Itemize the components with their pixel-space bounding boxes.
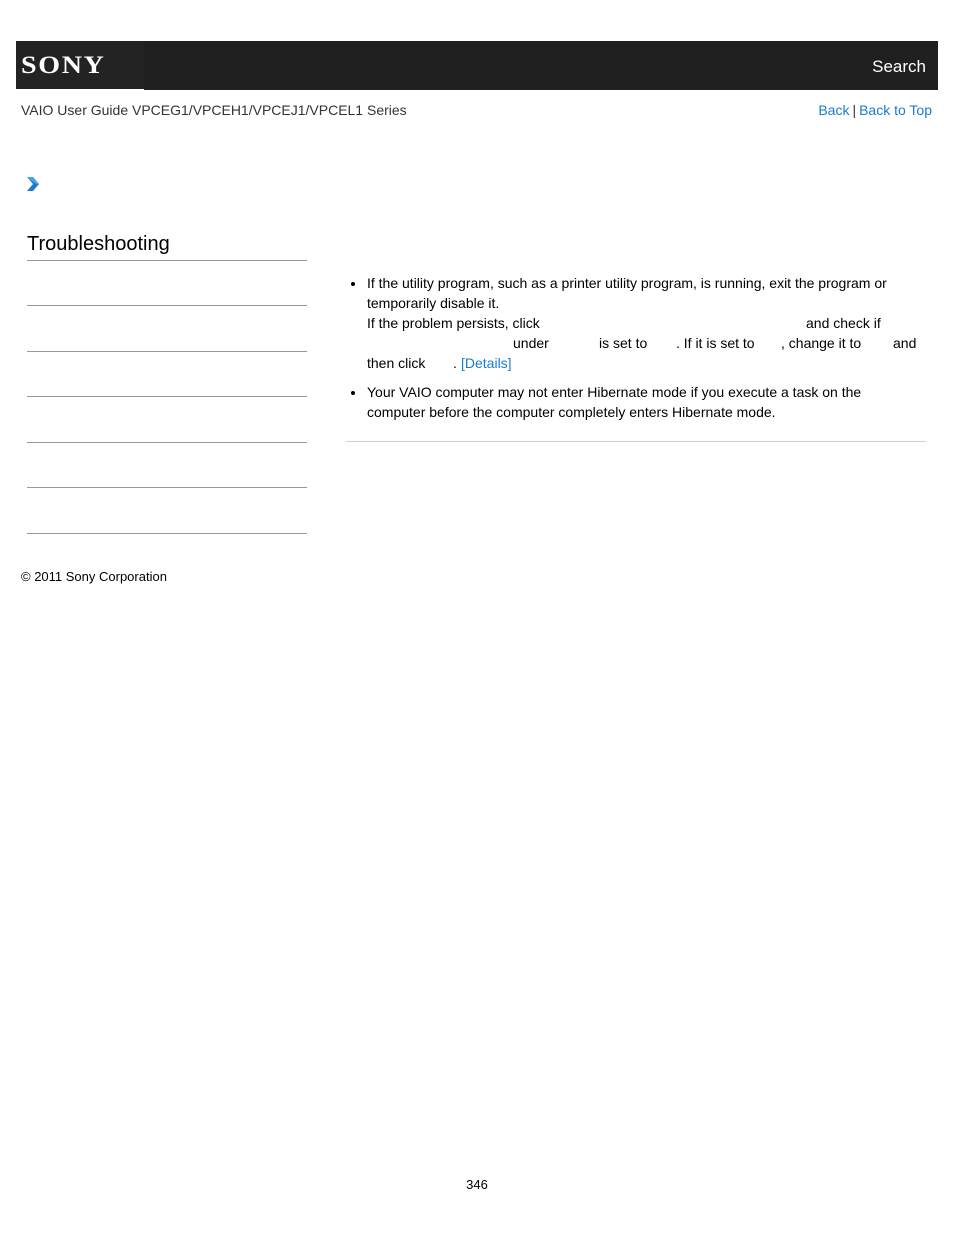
sidebar-item[interactable] xyxy=(27,442,307,443)
text-line: then click . [Details] xyxy=(367,353,922,373)
text-line: temporarily disable it. xyxy=(367,295,500,311)
top-header-bar: SONY Search xyxy=(16,41,938,90)
back-to-top-link[interactable]: Back to Top xyxy=(859,102,932,118)
text-fragment: . xyxy=(453,355,457,371)
details-link[interactable]: [Details] xyxy=(461,353,512,373)
text-fragment: . If it is set to xyxy=(676,335,755,351)
page-number: 346 xyxy=(466,1177,488,1192)
list-item: If the utility program, such as a printe… xyxy=(348,273,922,373)
text-fragment: under xyxy=(513,335,549,351)
sidebar-item[interactable] xyxy=(27,396,307,397)
list-item: Your VAIO computer may not enter Hiberna… xyxy=(348,382,922,422)
text-line: computer before the computer completely … xyxy=(367,404,776,420)
sony-logo-text: SONY xyxy=(21,52,106,79)
sidebar-item[interactable] xyxy=(27,487,307,488)
text-fragment: and check if xyxy=(806,315,881,331)
sidebar-title-rule xyxy=(27,260,307,261)
search-link[interactable]: Search xyxy=(872,57,926,77)
main-content: If the utility program, such as a printe… xyxy=(348,273,922,431)
troubleshooting-list: If the utility program, such as a printe… xyxy=(348,273,922,422)
text-fragment: is set to xyxy=(599,335,648,351)
guide-title: VAIO User Guide VPCEG1/VPCEH1/VPCEJ1/VPC… xyxy=(21,102,407,118)
section-title: Troubleshooting xyxy=(27,233,170,255)
copyright: © 2011 Sony Corporation xyxy=(21,569,167,584)
text-fragment: , change it to xyxy=(781,335,862,351)
nav-separator: | xyxy=(852,102,857,118)
text-line: under is set to . If it is set to , chan… xyxy=(367,333,922,353)
sony-logo[interactable]: SONY xyxy=(16,41,144,90)
text-fragment: and xyxy=(893,335,917,351)
text-line: If the problem persists, click and check… xyxy=(367,313,922,333)
text-fragment: then click xyxy=(367,355,426,371)
sidebar-item[interactable] xyxy=(27,305,307,306)
text-line: Your VAIO computer may not enter Hiberna… xyxy=(367,384,862,400)
text-line: If the utility program, such as a printe… xyxy=(367,275,887,291)
sidebar-item[interactable] xyxy=(27,351,307,352)
chevron-right-icon[interactable] xyxy=(26,176,40,192)
text-fragment: If the problem persists, click xyxy=(367,315,540,331)
top-nav-links: Back | Back to Top xyxy=(818,102,932,118)
sidebar-item[interactable] xyxy=(27,533,307,534)
content-divider xyxy=(346,441,926,442)
back-link[interactable]: Back xyxy=(818,102,849,118)
